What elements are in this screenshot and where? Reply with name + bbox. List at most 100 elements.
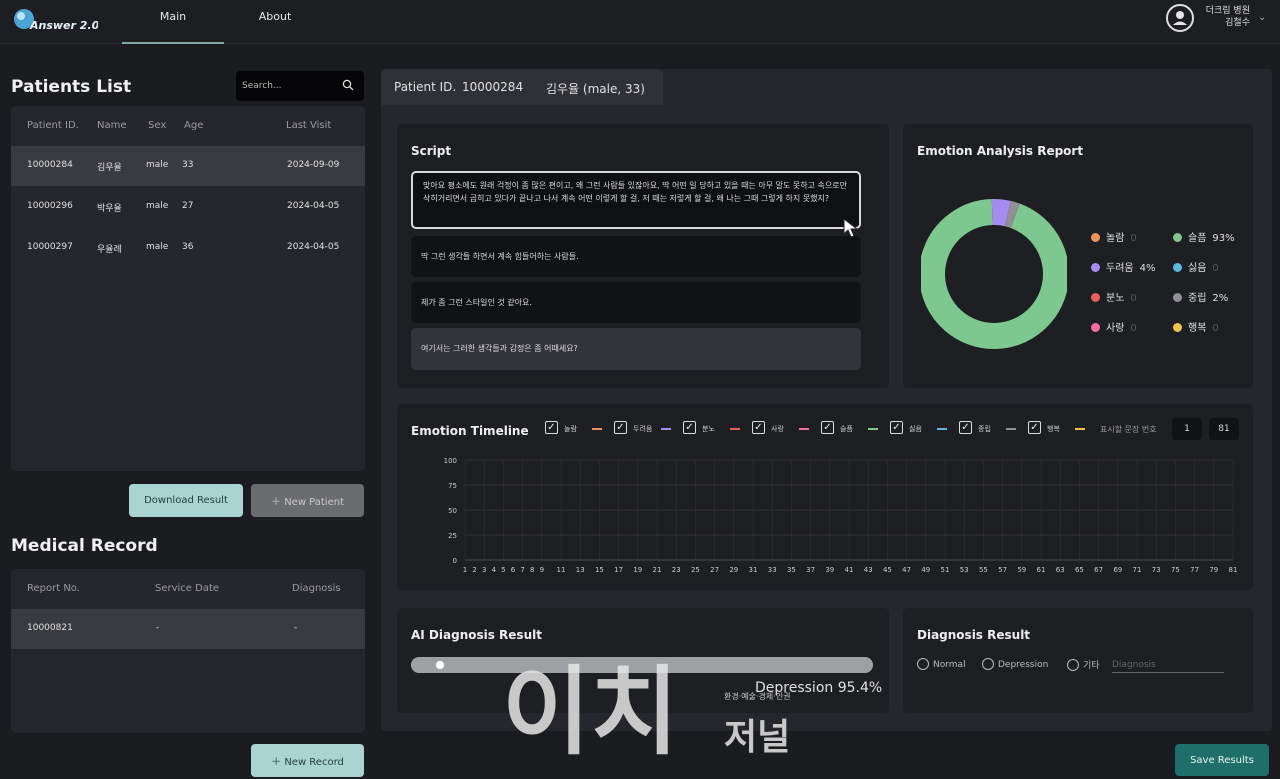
cell-sex: male bbox=[146, 160, 169, 170]
user-icon bbox=[1173, 11, 1187, 25]
x-tick-label: 77 bbox=[1190, 566, 1199, 574]
y-tick-label: 100 bbox=[444, 457, 457, 465]
timeline-legend-item[interactable]: ✓ 슬픔 bbox=[821, 421, 891, 435]
timeline-legend-item[interactable]: ✓ 싫음 bbox=[890, 421, 960, 435]
legend-dot bbox=[1091, 293, 1100, 302]
x-tick-label: 2 bbox=[472, 566, 476, 574]
table-row[interactable]: 10000821 - - bbox=[11, 609, 365, 649]
patients-table: Patient ID. Name Sex Age Last Visit 1000… bbox=[11, 106, 365, 471]
radio-depression[interactable]: Depression bbox=[982, 658, 1048, 670]
new-patient-button[interactable]: ＋ New Patient bbox=[251, 484, 364, 517]
legend-label: 싫음 bbox=[1188, 263, 1207, 274]
timeline-legend-item[interactable]: ✓ 중립 bbox=[959, 421, 1029, 435]
ai-diagnosis-title: AI Diagnosis Result bbox=[411, 628, 542, 642]
x-tick-label: 25 bbox=[691, 566, 700, 574]
utterance-item[interactable]: 제가 좀 그런 스타일인 것 같아요. bbox=[411, 282, 861, 323]
diagnosis-input[interactable] bbox=[1112, 657, 1224, 673]
user-hospital: 더크림 병원 bbox=[1205, 6, 1250, 16]
x-tick-label: 35 bbox=[787, 566, 796, 574]
ai-bar-knob[interactable] bbox=[435, 660, 445, 670]
col-service-date: Service Date bbox=[155, 583, 220, 594]
utterance-item[interactable]: 맞아요 평소에도 원래 걱정이 좀 많은 편이고, 왜 그런 사람들 있잖아요,… bbox=[411, 171, 861, 229]
legend-pct: 0 bbox=[1212, 263, 1219, 274]
x-tick-label: 81 bbox=[1229, 566, 1238, 574]
diagnosis-result-card: Diagnosis Result Normal Depression 기타 bbox=[903, 608, 1253, 713]
cell-last: 2024-04-05 bbox=[287, 201, 340, 211]
checkbox-icon[interactable]: ✓ bbox=[959, 421, 972, 434]
checkbox-icon[interactable]: ✓ bbox=[683, 421, 696, 434]
cell-last: 2024-09-09 bbox=[287, 160, 340, 170]
timeline-legend-item[interactable]: ✓ 두려움 bbox=[614, 421, 684, 435]
x-tick-label: 3 bbox=[482, 566, 486, 574]
checkbox-icon[interactable]: ✓ bbox=[614, 421, 627, 434]
timeline-legend-item[interactable]: ✓ 놀람 bbox=[545, 421, 615, 435]
checkbox-icon[interactable]: ✓ bbox=[1028, 421, 1041, 434]
x-tick-label: 71 bbox=[1133, 566, 1142, 574]
cell-service-date: - bbox=[156, 623, 160, 633]
medical-record-title: Medical Record bbox=[11, 536, 158, 556]
timeline-legend-item[interactable]: ✓ 분노 bbox=[683, 421, 753, 435]
user-name: 더크림 병원 김철수 bbox=[1198, 5, 1250, 29]
checkbox-icon[interactable]: ✓ bbox=[545, 421, 558, 434]
download-result-button[interactable]: Download Result bbox=[129, 484, 243, 517]
table-row[interactable]: 10000296 박우율 male 27 2024-04-05 bbox=[11, 187, 365, 227]
search-input[interactable] bbox=[242, 78, 332, 94]
mouse-cursor-icon bbox=[843, 217, 859, 238]
legend-pct: 0 bbox=[1130, 293, 1137, 304]
timeline-title: Emotion Timeline bbox=[411, 424, 529, 438]
col-patient-id: Patient ID. bbox=[27, 120, 79, 131]
y-tick-label: 25 bbox=[448, 532, 457, 540]
checkbox-icon[interactable]: ✓ bbox=[890, 421, 903, 434]
range-from-input[interactable]: 1 bbox=[1172, 418, 1202, 440]
nav-tab-about[interactable]: About bbox=[250, 10, 300, 23]
utterance-item[interactable]: 여기서는 그러한 생각들과 감정은 좀 어때세요? bbox=[411, 328, 861, 370]
new-record-button[interactable]: ＋ New Record bbox=[251, 744, 364, 777]
legend-pct: 4% bbox=[1139, 263, 1156, 274]
x-tick-label: 43 bbox=[864, 566, 873, 574]
timeline-legend-line bbox=[1006, 428, 1016, 430]
x-tick-label: 73 bbox=[1152, 566, 1161, 574]
legend-item: 행복 0 bbox=[1173, 319, 1219, 334]
new-patient-label: New Patient bbox=[284, 497, 344, 508]
legend-dot bbox=[1091, 233, 1100, 242]
user-doctor: 김철수 bbox=[1225, 18, 1250, 28]
cell-id: 10000296 bbox=[27, 201, 73, 211]
checkbox-icon[interactable]: ✓ bbox=[821, 421, 834, 434]
user-avatar[interactable] bbox=[1166, 4, 1194, 32]
checkbox-icon[interactable]: ✓ bbox=[752, 421, 765, 434]
x-tick-label: 11 bbox=[557, 566, 566, 574]
plus-icon: ＋ bbox=[271, 757, 285, 768]
script-card: Script 맞아요 평소에도 원래 걱정이 좀 많은 편이고, 왜 그런 사람… bbox=[397, 124, 889, 388]
x-tick-label: 29 bbox=[729, 566, 738, 574]
x-tick-label: 65 bbox=[1075, 566, 1084, 574]
nav-tab-main[interactable]: Main bbox=[122, 10, 224, 44]
timeline-legend-line bbox=[730, 428, 740, 430]
utterance-item[interactable]: 딱 그런 생각들 하면서 계속 힘들어하는 사람들. bbox=[411, 236, 861, 277]
timeline-legend-item[interactable]: ✓ 행복 bbox=[1028, 421, 1098, 435]
x-tick-label: 67 bbox=[1094, 566, 1103, 574]
ai-diagnosis-bar[interactable] bbox=[411, 657, 873, 673]
chevron-down-icon[interactable]: ⌄ bbox=[1258, 12, 1266, 23]
legend-item: 놀람 0 bbox=[1091, 229, 1137, 244]
app-logo[interactable]: Answer 2.0 bbox=[12, 7, 100, 35]
legend-label: 분노 bbox=[1106, 293, 1125, 304]
x-tick-label: 63 bbox=[1056, 566, 1065, 574]
legend-dot bbox=[1173, 293, 1182, 302]
radio-other[interactable]: 기타 bbox=[1067, 658, 1100, 671]
table-row[interactable]: 10000297 우율례 male 36 2024-04-05 bbox=[11, 228, 365, 268]
table-row[interactable]: 10000284 김우율 male 33 2024-09-09 bbox=[11, 146, 365, 186]
x-tick-label: 13 bbox=[576, 566, 585, 574]
patient-tab[interactable]: Patient ID. 10000284 김우율 (male, 33) bbox=[381, 69, 663, 105]
search-icon[interactable] bbox=[342, 79, 354, 91]
medical-table-header: Report No. Service Date Diagnosis bbox=[11, 569, 365, 609]
radio-normal[interactable]: Normal bbox=[917, 658, 966, 670]
x-tick-label: 19 bbox=[633, 566, 642, 574]
x-tick-label: 31 bbox=[749, 566, 758, 574]
timeline-legend-item[interactable]: ✓ 사랑 bbox=[752, 421, 822, 435]
range-to-input[interactable]: 81 bbox=[1209, 418, 1239, 440]
timeline-legend-line bbox=[1075, 428, 1085, 430]
save-results-button[interactable]: Save Results bbox=[1175, 744, 1269, 776]
col-report-no: Report No. bbox=[27, 583, 80, 594]
x-tick-label: 1 bbox=[463, 566, 467, 574]
x-tick-label: 49 bbox=[921, 566, 930, 574]
